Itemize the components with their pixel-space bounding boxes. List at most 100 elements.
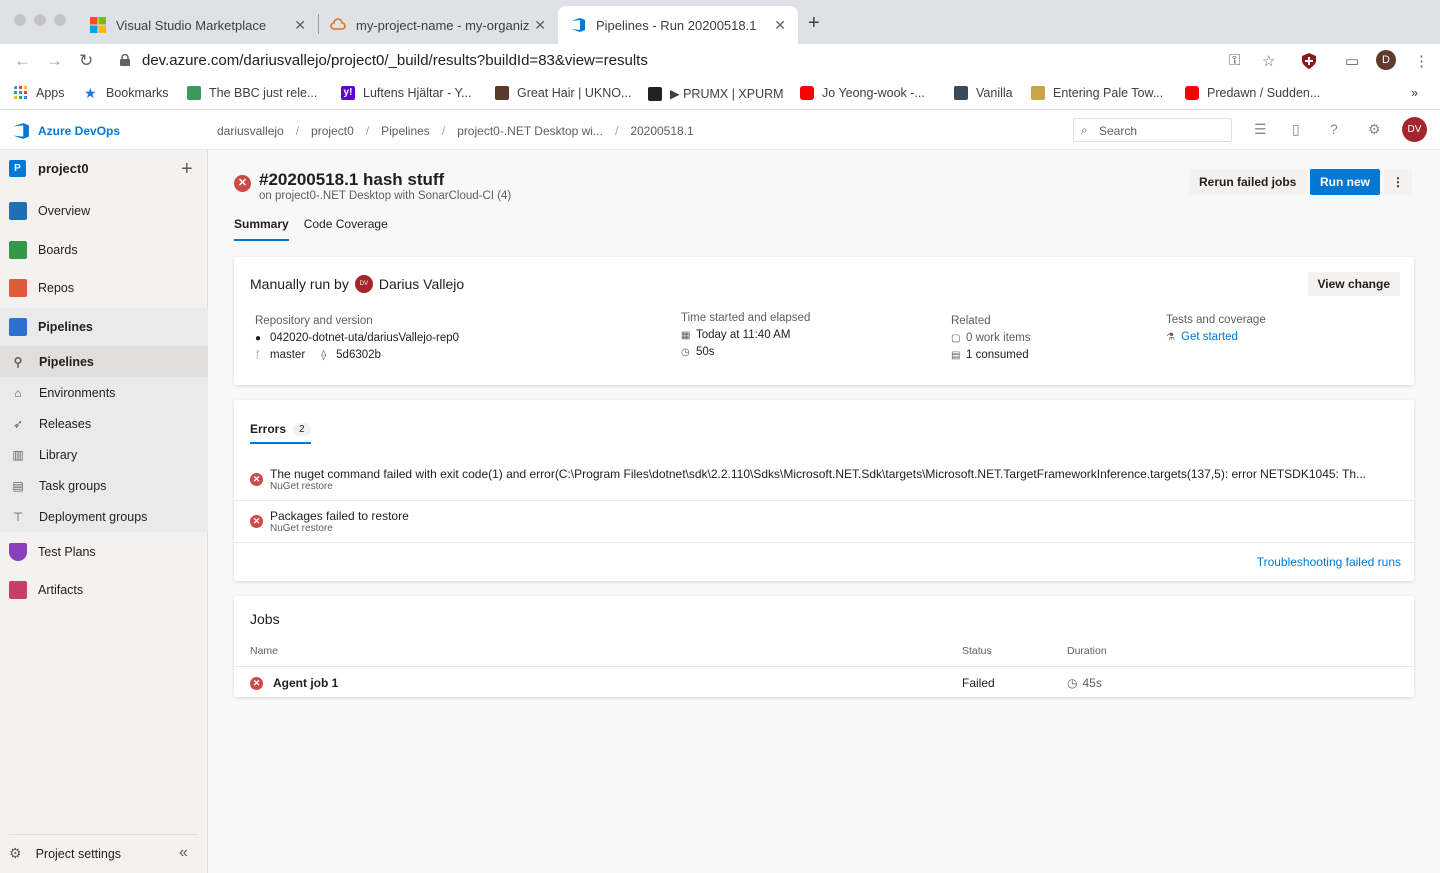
sidebar-subitem-deployment-groups[interactable]: ⊤ Deployment groups xyxy=(0,501,208,532)
run-subtitle[interactable]: on project0-.NET Desktop with SonarCloud… xyxy=(259,190,511,202)
user-name[interactable]: Darius Vallejo xyxy=(379,276,464,292)
manual-run-label: Manually run by xyxy=(250,276,349,292)
tab-summary[interactable]: Summary xyxy=(234,217,289,241)
user-avatar[interactable]: DV xyxy=(1402,117,1427,142)
bookmark-item[interactable]: The BBC just rele... xyxy=(187,86,317,100)
error-row[interactable]: ✕ Packages failed to restore NuGet resto… xyxy=(234,501,1414,543)
azure-devops-icon xyxy=(571,18,585,32)
star-icon[interactable]: ☆ xyxy=(1262,52,1275,70)
sidebar-item-artifacts[interactable]: Artifacts xyxy=(0,572,208,608)
project-selector[interactable]: P project0 xyxy=(9,160,89,177)
pipeline-rocket-icon: ⚲ xyxy=(13,354,23,369)
forward-arrow-icon[interactable]: → xyxy=(46,51,63,71)
sidebar-item-pipelines[interactable]: Pipelines xyxy=(0,308,208,346)
bookmarks-overflow-button[interactable]: » xyxy=(1411,86,1418,100)
sidebar-item-repos[interactable]: Repos xyxy=(0,270,208,306)
search-input[interactable]: ⌕ Search xyxy=(1073,118,1232,142)
azure-devops-logo[interactable]: Azure DevOps xyxy=(12,122,120,140)
project-settings-label: Project settings xyxy=(35,846,122,861)
key-icon[interactable]: ⚿ xyxy=(1229,52,1240,69)
branch-name[interactable]: master xyxy=(270,349,305,361)
reload-icon[interactable]: ↻ xyxy=(79,51,93,71)
browser-tab-bar: Visual Studio Marketplace ✕ my-project-n… xyxy=(0,0,1440,44)
sidebar-item-boards[interactable]: Boards xyxy=(0,232,208,268)
list-icon[interactable]: ☰ xyxy=(1254,121,1267,138)
bookmark-item[interactable]: Vanilla xyxy=(954,86,1013,100)
sidebar-item-label: Pipelines xyxy=(38,320,93,334)
boards-icon xyxy=(9,241,27,259)
zoom-window-button[interactable] xyxy=(54,14,66,26)
repository-link[interactable]: 042020-dotnet-uta/dariusVallejo-rep0 xyxy=(270,332,459,344)
breadcrumb-item[interactable]: Pipelines xyxy=(381,124,430,138)
run-new-button[interactable]: Run new xyxy=(1310,169,1380,195)
rerun-failed-jobs-button[interactable]: Rerun failed jobs xyxy=(1189,169,1307,195)
menu-kebab-icon[interactable]: ⋮ xyxy=(1414,52,1429,70)
deployment-groups-icon: ⊤ xyxy=(12,509,24,524)
sidebar-subitem-environments[interactable]: ⌂ Environments xyxy=(0,377,208,408)
user-settings-icon[interactable]: ⚙ xyxy=(1368,121,1381,138)
help-icon[interactable]: ? xyxy=(1330,121,1338,137)
bookmark-apps[interactable]: Apps xyxy=(14,86,65,100)
sidebar-subitem-releases[interactable]: ➶ Releases xyxy=(0,408,208,439)
view-change-button[interactable]: View change xyxy=(1307,272,1400,296)
bookmark-item[interactable]: Entering Pale Tow... xyxy=(1031,86,1163,100)
get-started-link[interactable]: Get started xyxy=(1181,331,1238,343)
url-input[interactable]: dev.azure.com/dariusvallejo/project0/_bu… xyxy=(142,52,648,69)
breadcrumb-item[interactable]: project0-.NET Desktop wi... xyxy=(457,124,603,138)
job-row[interactable]: ✕ Agent job 1 xyxy=(250,676,338,690)
browser-tab[interactable]: my-project-name - my-organiz ✕ xyxy=(318,6,558,44)
bookmark-item[interactable]: Great Hair | UKNO... xyxy=(495,86,631,100)
close-tab-icon[interactable]: ✕ xyxy=(534,17,546,34)
tab-code-coverage[interactable]: Code Coverage xyxy=(304,217,388,241)
error-row[interactable]: ✕ The nuget command failed with exit cod… xyxy=(234,459,1414,501)
related-info: Related ▢ 0 work items ▤ 1 consumed xyxy=(951,315,1031,361)
sidebar-item-label: Deployment groups xyxy=(39,509,148,524)
marketplace-bag-icon[interactable]: ▯ xyxy=(1292,121,1300,138)
browser-tab[interactable]: Visual Studio Marketplace ✕ xyxy=(78,6,318,44)
breadcrumb-item[interactable]: dariusvallejo xyxy=(217,124,284,138)
job-name[interactable]: Agent job 1 xyxy=(273,676,338,690)
errors-tab[interactable]: Errors 2 xyxy=(250,422,311,444)
artifacts-icon xyxy=(9,581,27,599)
close-tab-icon[interactable]: ✕ xyxy=(774,17,786,34)
minimize-window-button[interactable] xyxy=(34,14,46,26)
sidebar-item-overview[interactable]: Overview xyxy=(0,193,208,229)
bookmark-label: Vanilla xyxy=(976,86,1013,100)
shield-extension-icon[interactable] xyxy=(1302,53,1316,69)
time-label: Time started and elapsed xyxy=(681,312,811,324)
sidebar-subitem-task-groups[interactable]: ▤ Task groups xyxy=(0,470,208,501)
sidebar-subitem-pipelines[interactable]: ⚲ Pipelines xyxy=(0,346,208,377)
more-actions-button[interactable]: ⋮ xyxy=(1384,169,1412,195)
collapse-sidebar-icon[interactable]: « xyxy=(179,844,188,862)
cast-icon[interactable]: ▭ xyxy=(1345,52,1359,70)
profile-avatar[interactable]: D xyxy=(1376,50,1396,70)
commit-id[interactable]: 5d6302b xyxy=(336,349,381,361)
troubleshooting-link[interactable]: Troubleshooting failed runs xyxy=(1257,555,1401,569)
consumed-link[interactable]: 1 consumed xyxy=(966,349,1029,361)
errors-count-badge: 2 xyxy=(293,422,311,436)
breadcrumb-item[interactable]: 20200518.1 xyxy=(630,124,693,138)
bookmark-item[interactable]: ▶ PRUMX | XPURM xyxy=(648,86,784,101)
bookmark-item[interactable]: Jo Yeong-wook -... xyxy=(800,86,925,100)
browser-tab-active[interactable]: Pipelines - Run 20200518.1 ✕ xyxy=(558,6,798,44)
pipelines-icon xyxy=(9,318,27,336)
bookmark-bookmarks[interactable]: ★ Bookmarks xyxy=(84,86,169,100)
breadcrumb-item[interactable]: project0 xyxy=(311,124,354,138)
bookmark-item[interactable]: Predawn / Sudden... xyxy=(1185,86,1320,100)
artifact-icon: ▤ xyxy=(951,349,961,361)
sidebar-item-label: Boards xyxy=(38,243,78,257)
repos-icon xyxy=(9,279,27,297)
project-settings-link[interactable]: ⚙ Project settings xyxy=(9,845,121,862)
manual-run-info: Manually run by DV Darius Vallejo xyxy=(250,275,464,293)
sidebar-item-label: Environments xyxy=(39,385,116,400)
brand-name: Azure DevOps xyxy=(38,124,121,138)
new-tab-button[interactable]: + xyxy=(808,12,820,35)
close-window-button[interactable] xyxy=(14,14,26,26)
sidebar-subitem-library[interactable]: ▥ Library xyxy=(0,439,208,470)
add-icon[interactable]: + xyxy=(181,158,193,181)
back-arrow-icon[interactable]: ← xyxy=(14,51,31,71)
sidebar-item-test-plans[interactable]: Test Plans xyxy=(0,534,208,570)
close-tab-icon[interactable]: ✕ xyxy=(294,17,306,34)
sidebar-item-label: Task groups xyxy=(39,478,107,493)
bookmark-item[interactable]: y! Luftens Hjältar - Y... xyxy=(341,86,472,100)
